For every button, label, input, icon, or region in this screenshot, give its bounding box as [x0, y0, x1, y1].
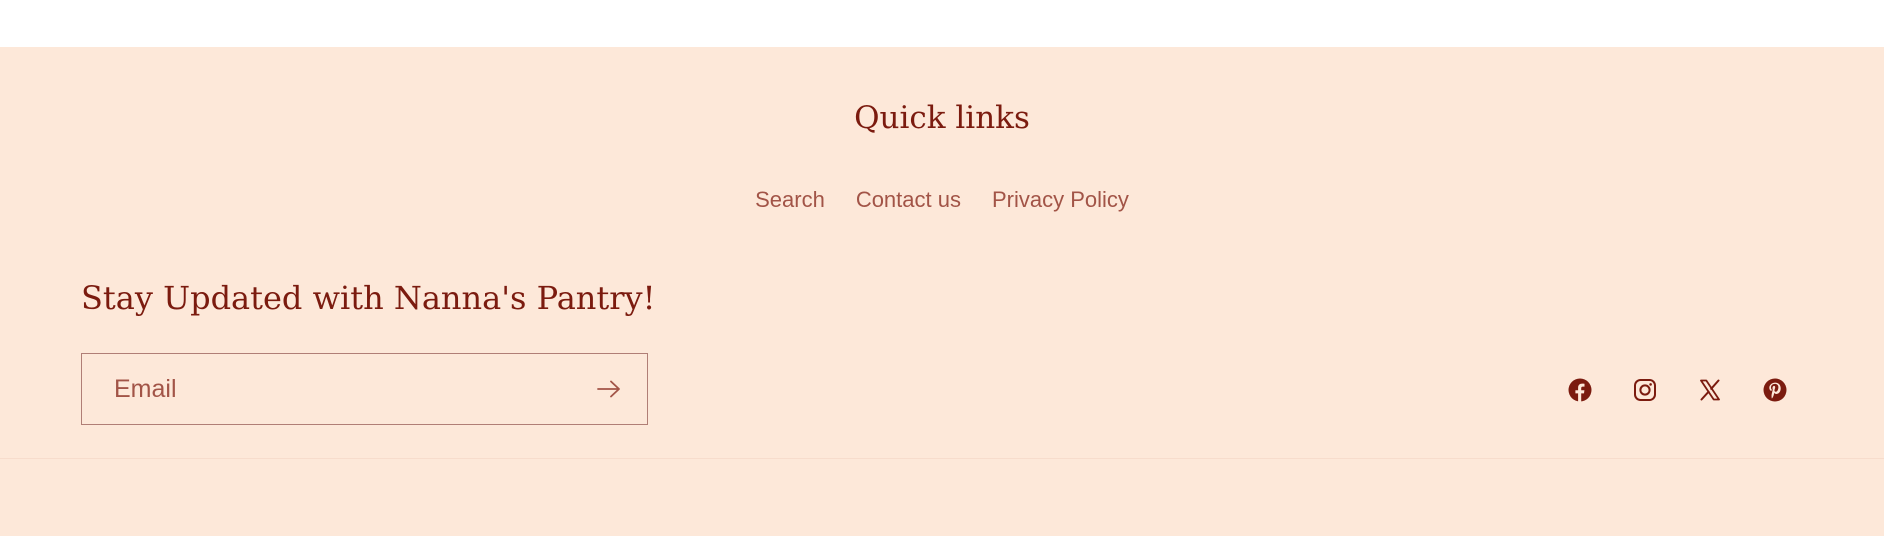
page-top-strip [0, 0, 1884, 47]
link-search[interactable]: Search [755, 189, 825, 211]
site-footer: Quick links Search Contact us Privacy Po… [0, 47, 1884, 536]
subscribe-button[interactable] [579, 354, 639, 424]
social-links [1567, 377, 1788, 403]
newsletter-title: Stay Updated with Nanna's Pantry! [81, 279, 656, 317]
arrow-right-icon [597, 380, 620, 398]
footer-divider [0, 458, 1884, 459]
pinterest-icon [1763, 378, 1787, 402]
email-input[interactable] [82, 353, 579, 425]
facebook-link[interactable] [1567, 377, 1593, 403]
quick-links-nav: Search Contact us Privacy Policy [0, 189, 1884, 211]
pinterest-link[interactable] [1762, 377, 1788, 403]
newsletter-form [81, 353, 648, 425]
instagram-link[interactable] [1632, 377, 1658, 403]
x-icon [1700, 379, 1720, 401]
link-contact-us[interactable]: Contact us [856, 189, 961, 211]
x-link[interactable] [1697, 377, 1723, 403]
link-privacy-policy[interactable]: Privacy Policy [992, 189, 1129, 211]
facebook-icon [1568, 378, 1592, 402]
instagram-icon [1634, 379, 1656, 401]
quick-links-title: Quick links [854, 100, 1030, 136]
